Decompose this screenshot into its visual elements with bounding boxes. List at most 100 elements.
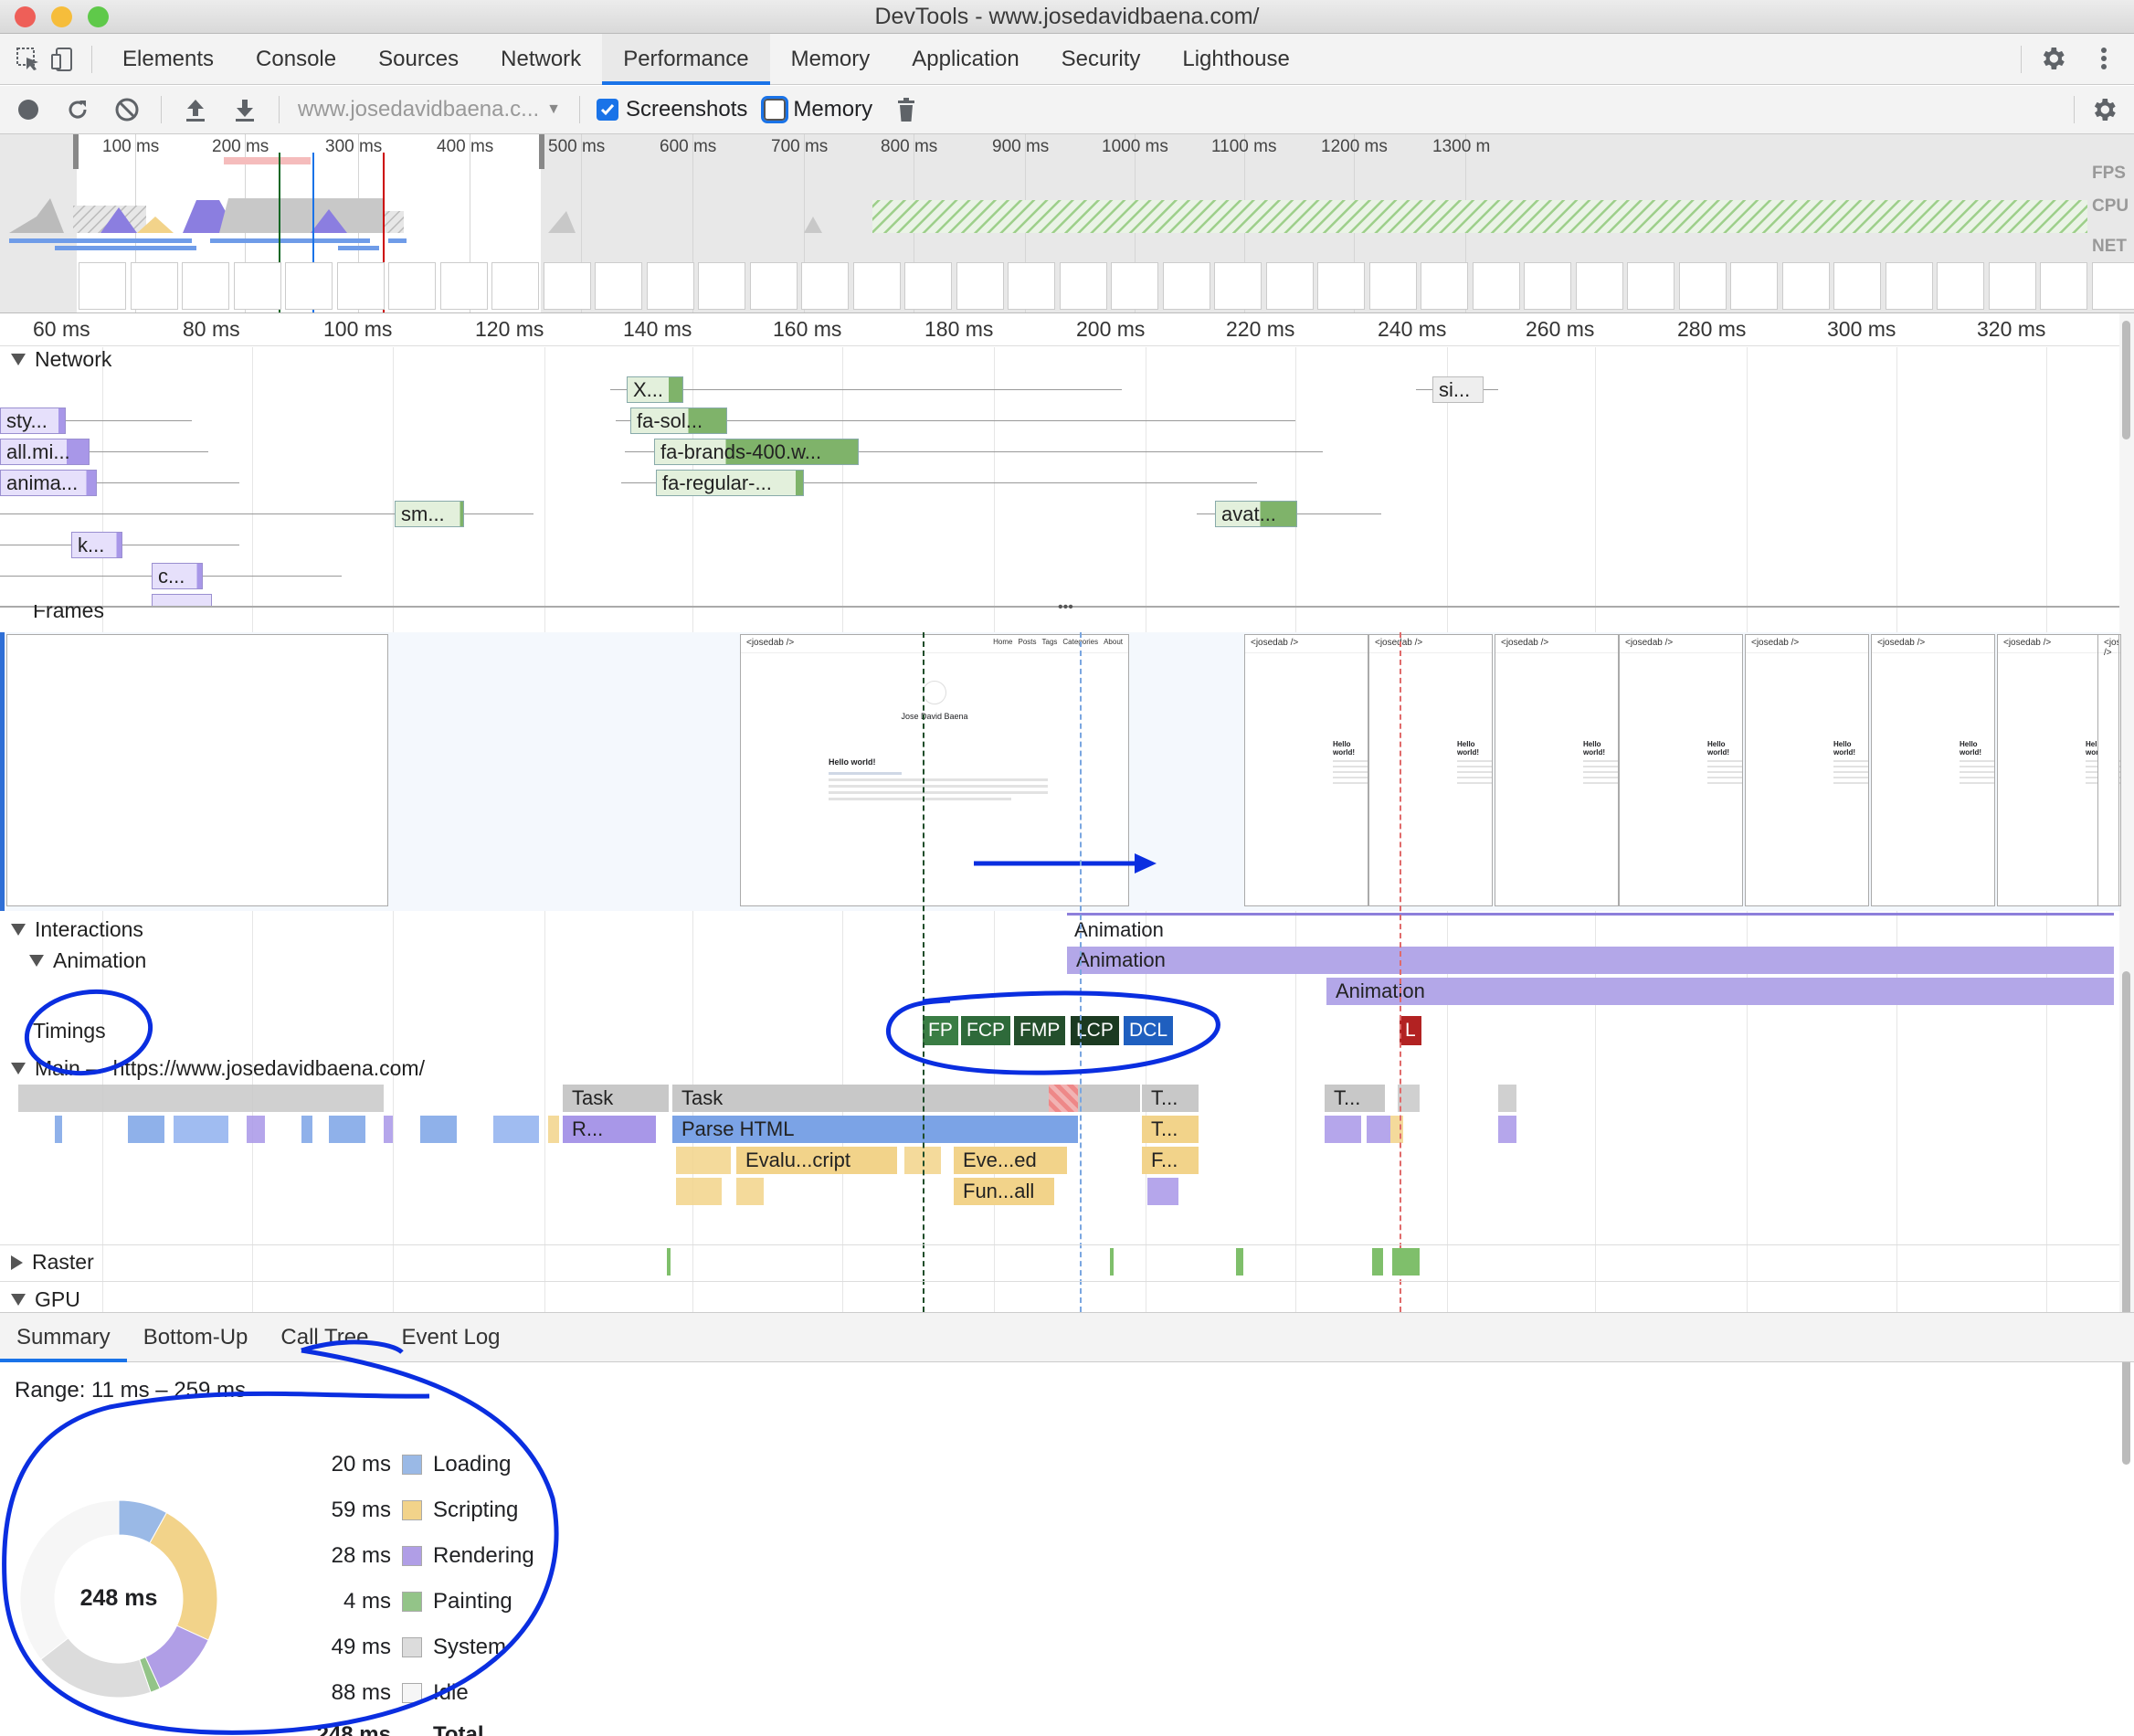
flame-event-sliver[interactable] bbox=[493, 1116, 539, 1143]
overview-screenshot-thumb[interactable] bbox=[1937, 262, 1984, 310]
tab-network[interactable]: Network bbox=[480, 34, 602, 85]
network-request[interactable]: avat... bbox=[1215, 501, 1297, 527]
overview-screenshot-thumb[interactable] bbox=[182, 262, 229, 310]
network-request[interactable]: k... bbox=[71, 532, 122, 558]
network-request[interactable]: sm... bbox=[395, 501, 464, 527]
overview-screenshot-thumb[interactable] bbox=[1575, 262, 1623, 310]
gpu-track-header[interactable]: GPU bbox=[11, 1287, 80, 1312]
tab-event-log[interactable]: Event Log bbox=[385, 1313, 516, 1362]
overview-screenshot-thumb[interactable] bbox=[1162, 262, 1210, 310]
frame-screenshot[interactable]: <josedab />Hello world! bbox=[2097, 634, 2119, 906]
overview-screenshot-thumb[interactable] bbox=[1627, 262, 1674, 310]
overview-screenshot-thumb[interactable] bbox=[1472, 262, 1520, 310]
network-request[interactable]: fa-sol... bbox=[630, 408, 727, 434]
device-toolbar-icon[interactable] bbox=[48, 44, 79, 75]
flame-event-sliver[interactable] bbox=[676, 1147, 731, 1174]
flame-event-sliver[interactable] bbox=[1147, 1178, 1178, 1205]
interactions-track-header[interactable]: Interactions bbox=[11, 917, 143, 942]
overview-screenshot-thumb[interactable] bbox=[336, 262, 385, 310]
flame-event[interactable]: T... bbox=[1142, 1085, 1199, 1112]
tab-sources[interactable]: Sources bbox=[357, 34, 480, 85]
download-profile-icon[interactable] bbox=[229, 94, 260, 125]
overview-screenshot-thumb[interactable] bbox=[749, 262, 798, 310]
tab-summary[interactable]: Summary bbox=[0, 1313, 127, 1362]
flame-event-sliver[interactable] bbox=[384, 1116, 393, 1143]
animation-event-label[interactable]: Animation bbox=[1074, 916, 1164, 944]
overview-screenshot-thumb[interactable] bbox=[1265, 262, 1314, 310]
inspect-element-icon[interactable] bbox=[13, 44, 44, 75]
overview-screenshot-thumb[interactable] bbox=[1833, 262, 1881, 310]
timeline-overview[interactable]: 100 ms 200 ms 300 ms 400 ms 500 ms 600 ms 700 … bbox=[0, 134, 2134, 313]
raster-track-header[interactable]: Raster bbox=[11, 1250, 94, 1275]
overview-screenshot-thumb[interactable] bbox=[1885, 262, 1933, 310]
tab-performance[interactable]: Performance bbox=[602, 33, 770, 85]
overview-screenshot-thumb[interactable] bbox=[1421, 262, 1468, 310]
settings-gear-icon[interactable] bbox=[2037, 43, 2068, 74]
tab-console[interactable]: Console bbox=[235, 34, 357, 85]
network-track-header[interactable]: Network bbox=[11, 347, 111, 372]
overview-screenshot-thumb[interactable] bbox=[79, 262, 126, 310]
close-window-button[interactable] bbox=[15, 6, 36, 27]
overview-screenshot-thumb[interactable] bbox=[543, 262, 591, 310]
network-request[interactable]: all.mi... bbox=[0, 439, 90, 465]
tab-call-tree[interactable]: Call Tree bbox=[264, 1313, 385, 1362]
flame-event-sliver[interactable] bbox=[676, 1178, 722, 1205]
minimize-window-button[interactable] bbox=[51, 6, 72, 27]
network-request[interactable]: sty... bbox=[0, 408, 66, 434]
flame-event-sliver[interactable] bbox=[420, 1116, 457, 1143]
overview-screenshot-thumb[interactable] bbox=[1111, 262, 1158, 310]
tab-lighthouse[interactable]: Lighthouse bbox=[1161, 34, 1310, 85]
network-request[interactable]: c... bbox=[152, 563, 203, 589]
flame-event-sliver[interactable] bbox=[329, 1116, 365, 1143]
flame-event[interactable]: F... bbox=[1142, 1147, 1199, 1174]
overview-screenshot-thumb[interactable] bbox=[1781, 262, 1830, 310]
timing-marker-fcp[interactable]: FCP bbox=[961, 1016, 1010, 1045]
timing-marker-fp[interactable]: FP bbox=[923, 1016, 958, 1045]
overview-screenshot-thumb[interactable] bbox=[1730, 262, 1778, 310]
memory-checkbox[interactable] bbox=[761, 96, 789, 123]
overview-screenshot-thumb[interactable] bbox=[1988, 262, 2036, 310]
network-request[interactable]: fa-regular-... bbox=[656, 470, 804, 496]
frame-screenshot[interactable]: <josedab />Hello world! bbox=[1244, 634, 1368, 906]
time-ruler[interactable]: 60 ms 80 ms 100 ms 120 ms 140 ms 160 ms 180 ms… bbox=[0, 313, 2119, 346]
flame-event[interactable]: Task bbox=[672, 1085, 1078, 1112]
overview-screenshot-thumb[interactable] bbox=[2040, 262, 2087, 310]
overview-screenshot-thumb[interactable] bbox=[956, 262, 1004, 310]
screenshots-checkbox[interactable] bbox=[597, 99, 618, 121]
flamechart-scrollbar[interactable] bbox=[2119, 313, 2134, 1465]
overview-screenshot-thumb[interactable] bbox=[130, 262, 178, 310]
flame-event[interactable]: T... bbox=[1325, 1085, 1385, 1112]
upload-profile-icon[interactable] bbox=[180, 94, 211, 125]
overview-screenshot-thumb[interactable] bbox=[801, 262, 849, 310]
overview-screenshot-thumb[interactable] bbox=[1368, 262, 1417, 310]
flame-event-sliver[interactable] bbox=[1498, 1085, 1516, 1112]
frame-screenshot[interactable]: <josedab />Hello world! bbox=[1368, 634, 1493, 906]
more-options-icon[interactable] bbox=[2088, 43, 2119, 74]
animation-track-header[interactable]: Animation bbox=[29, 948, 146, 973]
main-thread-track-header[interactable]: Main — https://www.josedavidbaena.com/ bbox=[11, 1056, 425, 1081]
flame-event-sliver[interactable] bbox=[736, 1178, 764, 1205]
flame-event-sliver[interactable] bbox=[1325, 1116, 1361, 1143]
tab-bottom-up[interactable]: Bottom-Up bbox=[127, 1313, 265, 1362]
flame-event[interactable]: Eve...ed bbox=[954, 1147, 1067, 1174]
timing-marker-dcl[interactable]: DCL bbox=[1124, 1016, 1174, 1045]
overview-screenshot-thumb[interactable] bbox=[1317, 262, 1365, 310]
frame-screenshot[interactable]: <josedab />Hello world! bbox=[1745, 634, 1869, 906]
flame-event[interactable]: Fun...all bbox=[954, 1178, 1054, 1205]
overview-screenshot-thumb[interactable] bbox=[1008, 262, 1055, 310]
tab-elements[interactable]: Elements bbox=[101, 34, 235, 85]
overview-screenshot-thumb[interactable] bbox=[233, 262, 281, 310]
network-request[interactable]: fa-brands-400.w... bbox=[654, 439, 859, 465]
overview-screenshot-thumb[interactable] bbox=[2091, 262, 2134, 310]
flame-event-sliver[interactable] bbox=[18, 1085, 384, 1112]
overview-screenshot-thumb[interactable] bbox=[595, 262, 642, 310]
timing-marker-fmp[interactable]: FMP bbox=[1014, 1016, 1066, 1045]
flame-event[interactable]: Task bbox=[563, 1085, 669, 1112]
overview-screenshot-thumb[interactable] bbox=[1678, 262, 1727, 310]
network-request[interactable]: X... bbox=[627, 376, 683, 403]
overview-screenshot-thumb[interactable] bbox=[388, 262, 436, 310]
animation-event[interactable]: Animation bbox=[1326, 978, 2114, 1005]
frames-track-header[interactable]: Frames bbox=[33, 605, 104, 623]
flame-event-sliver[interactable] bbox=[1367, 1116, 1390, 1143]
overview-screenshot-thumb[interactable] bbox=[439, 262, 488, 310]
